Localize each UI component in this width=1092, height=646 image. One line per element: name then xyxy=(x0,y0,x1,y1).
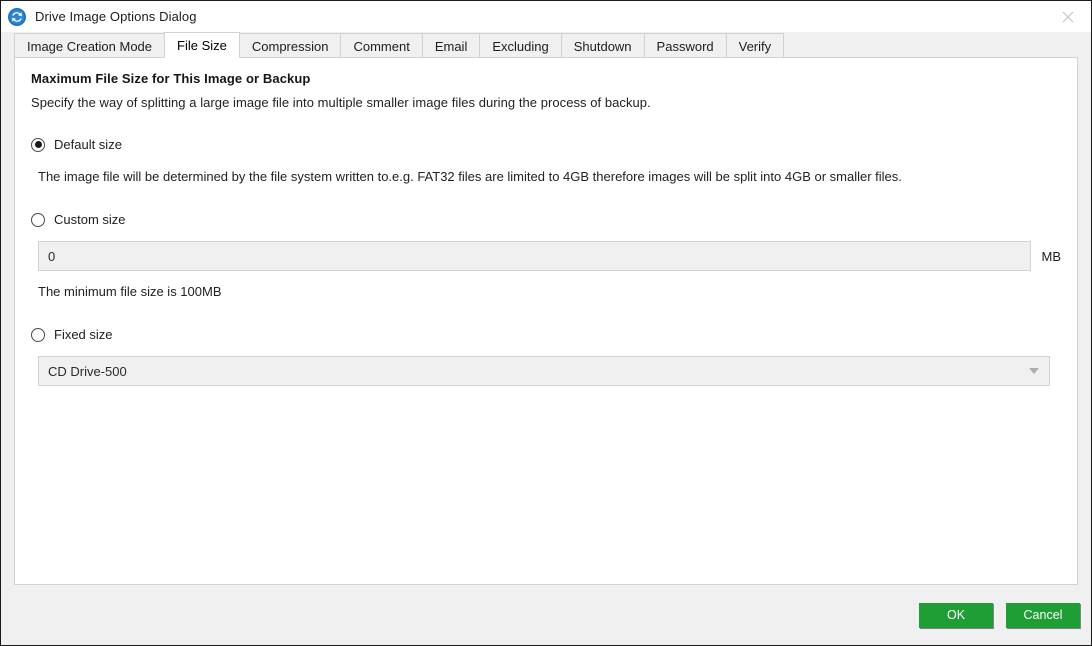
custom-size-hint: The minimum file size is 100MB xyxy=(38,284,222,299)
default-size-description: The image file will be determined by the… xyxy=(38,169,902,184)
custom-size-unit-label: MB xyxy=(1041,248,1062,264)
radio-custom-size[interactable]: Custom size xyxy=(31,212,1061,227)
tab-strip-container: Image Creation Mode File Size Compression C… xyxy=(1,32,1091,58)
tab-label: Excluding xyxy=(492,38,549,54)
cancel-button[interactable]: Cancel xyxy=(1006,602,1080,628)
dialog-footer: OK Cancel xyxy=(1,585,1091,645)
fixed-size-block: Fixed size CD Drive-500 xyxy=(31,327,1061,386)
tab-label: File Size xyxy=(177,38,227,53)
custom-size-block: Custom size 0 MB The minimum file size i… xyxy=(31,212,1061,299)
radio-custom-size-indicator xyxy=(31,212,45,227)
tab-comment[interactable]: Comment xyxy=(340,33,423,58)
title-bar: Drive Image Options Dialog xyxy=(1,1,1091,32)
tab-label: Compression xyxy=(251,38,329,54)
tab-shutdown[interactable]: Shutdown xyxy=(560,33,645,58)
tab-file-size[interactable]: File Size xyxy=(164,32,240,58)
radio-fixed-size[interactable]: Fixed size xyxy=(31,327,1061,342)
tab-image-creation-mode[interactable]: Image Creation Mode xyxy=(14,33,166,58)
dialog-window: Drive Image Options Dialog Image Creatio… xyxy=(0,0,1092,646)
tab-label: Comment xyxy=(353,38,410,54)
tab-panel-file-size: Maximum File Size for This Image or Back… xyxy=(14,57,1078,585)
radio-fixed-size-label: Fixed size xyxy=(54,327,113,342)
tab-label: Password xyxy=(656,38,714,54)
tab-password[interactable]: Password xyxy=(643,33,727,58)
tab-strip: Image Creation Mode File Size Compression C… xyxy=(14,32,1091,58)
tab-verify[interactable]: Verify xyxy=(725,33,785,58)
page-subtitle: Specify the way of splitting a large ima… xyxy=(31,95,651,110)
radio-default-size[interactable]: Default size xyxy=(31,137,1061,152)
tab-label: Image Creation Mode xyxy=(27,38,153,54)
page-title: Maximum File Size for This Image or Back… xyxy=(31,71,311,86)
sync-arrows-icon xyxy=(8,7,26,26)
custom-size-field-row: 0 MB xyxy=(38,241,1061,271)
tab-compression[interactable]: Compression xyxy=(238,33,342,58)
radio-fixed-size-indicator xyxy=(31,327,45,342)
close-button[interactable] xyxy=(1045,1,1091,32)
tab-excluding[interactable]: Excluding xyxy=(479,33,562,58)
radio-default-size-indicator xyxy=(31,137,45,152)
tab-label: Email xyxy=(434,38,468,54)
tab-label: Shutdown xyxy=(573,38,632,54)
chevron-down-icon xyxy=(1029,368,1039,374)
fixed-size-dropdown-value: CD Drive-500 xyxy=(48,363,127,379)
window-title: Drive Image Options Dialog xyxy=(35,9,197,24)
radio-custom-size-label: Custom size xyxy=(54,212,126,227)
default-size-block: Default size The image file will be dete… xyxy=(31,137,1061,184)
custom-size-input[interactable]: 0 xyxy=(38,241,1031,271)
ok-button[interactable]: OK xyxy=(919,602,993,628)
tab-label: Verify xyxy=(738,38,772,54)
tab-email[interactable]: Email xyxy=(421,33,481,58)
close-icon xyxy=(1062,11,1074,22)
radio-default-size-label: Default size xyxy=(54,137,122,152)
fixed-size-dropdown[interactable]: CD Drive-500 xyxy=(38,356,1050,386)
